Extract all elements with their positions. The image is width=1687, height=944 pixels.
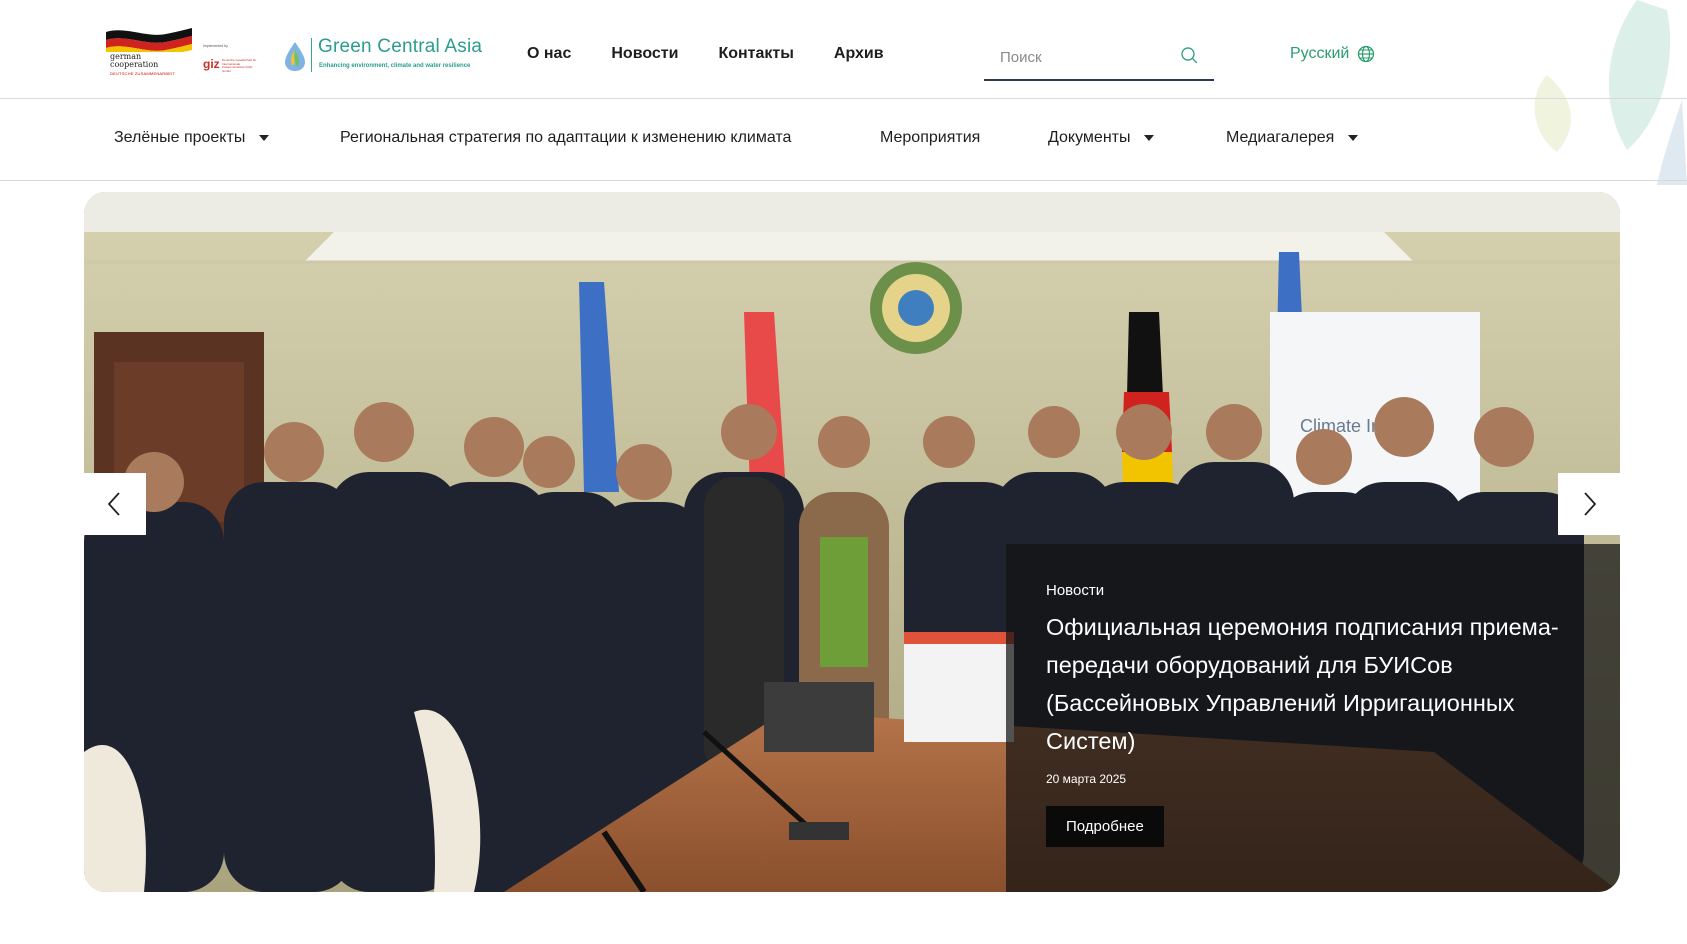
giz-logo[interactable]: Implemented by giz Deutsche Gesellschaft… xyxy=(203,44,259,74)
chevron-right-icon xyxy=(1584,492,1597,516)
giz-fullname: Deutsche Gesellschaft für Internationale… xyxy=(222,58,257,73)
slider-next-button[interactable] xyxy=(1558,473,1620,535)
main-nav-green-projects[interactable]: Зелёные проекты xyxy=(114,129,270,147)
nav-news[interactable]: Новости xyxy=(611,45,678,63)
nav-contacts[interactable]: Контакты xyxy=(718,45,793,63)
site-tagline: Enhancing environment, climate and water… xyxy=(319,63,471,69)
hero-title[interactable]: Официальная церемония подписания приема-… xyxy=(1046,608,1580,760)
main-nav-media-gallery[interactable]: Медиагалерея xyxy=(1226,129,1359,147)
hero-date: 20 марта 2025 xyxy=(1046,772,1127,786)
search-icon[interactable] xyxy=(1180,46,1198,64)
main-nav-label: Документы xyxy=(1048,129,1131,146)
hero-caption: Новости Официальная церемония подписания… xyxy=(1006,544,1620,892)
nav-about[interactable]: О нас xyxy=(527,45,571,63)
german-cooperation-text: german cooperation xyxy=(110,52,159,69)
read-more-button[interactable]: Подробнее xyxy=(1046,806,1164,847)
german-flag-wave-icon xyxy=(106,28,192,52)
search-box xyxy=(984,38,1214,81)
main-nav-label: Зелёные проекты xyxy=(114,129,246,146)
logo-separator xyxy=(311,38,312,72)
hero-category[interactable]: Новости xyxy=(1046,582,1580,599)
nav-archive[interactable]: Архив xyxy=(834,45,884,63)
main-nav-events[interactable]: Мероприятия xyxy=(880,129,980,147)
german-cooperation-logo[interactable]: german cooperation DEUTSCHE ZUSAMMENARBE… xyxy=(106,28,194,82)
german-cooperation-subtext: DEUTSCHE ZUSAMMENARBEIT xyxy=(110,71,176,76)
top-nav: О нас Новости Контакты Архив xyxy=(527,45,884,63)
language-label: Русский xyxy=(1290,45,1350,62)
slider-prev-button[interactable] xyxy=(84,473,146,535)
giz-implemented-by: Implemented by xyxy=(203,44,228,48)
giz-wordmark: giz xyxy=(203,57,220,71)
chevron-left-icon xyxy=(107,492,120,516)
language-switcher[interactable]: Русский xyxy=(1290,45,1375,63)
globe-icon xyxy=(1358,45,1375,63)
main-nav-label: Региональная стратегия по адаптации к из… xyxy=(340,129,792,146)
caret-down-icon xyxy=(259,135,270,141)
hero-slider: Climate Initiative Новости Официальная ц… xyxy=(84,192,1620,892)
main-nav-label: Мероприятия xyxy=(880,129,981,146)
green-central-asia-logo[interactable]: Green Central Asia Enhancing environment… xyxy=(282,34,492,78)
main-nav-label: Медиагалерея xyxy=(1226,129,1335,146)
caret-down-icon xyxy=(1348,135,1359,141)
caret-down-icon xyxy=(1144,135,1155,141)
site-name: Green Central Asia xyxy=(318,36,483,57)
main-nav-documents[interactable]: Документы xyxy=(1048,129,1155,147)
top-header: german cooperation DEUTSCHE ZUSAMMENARBE… xyxy=(0,0,1687,99)
main-nav: Зелёные проекты Региональная стратегия п… xyxy=(0,100,1687,181)
main-nav-regional-strategy[interactable]: Региональная стратегия по адаптации к из… xyxy=(340,129,791,147)
search-input[interactable] xyxy=(984,38,1174,76)
drop-leaf-icon xyxy=(285,42,305,71)
